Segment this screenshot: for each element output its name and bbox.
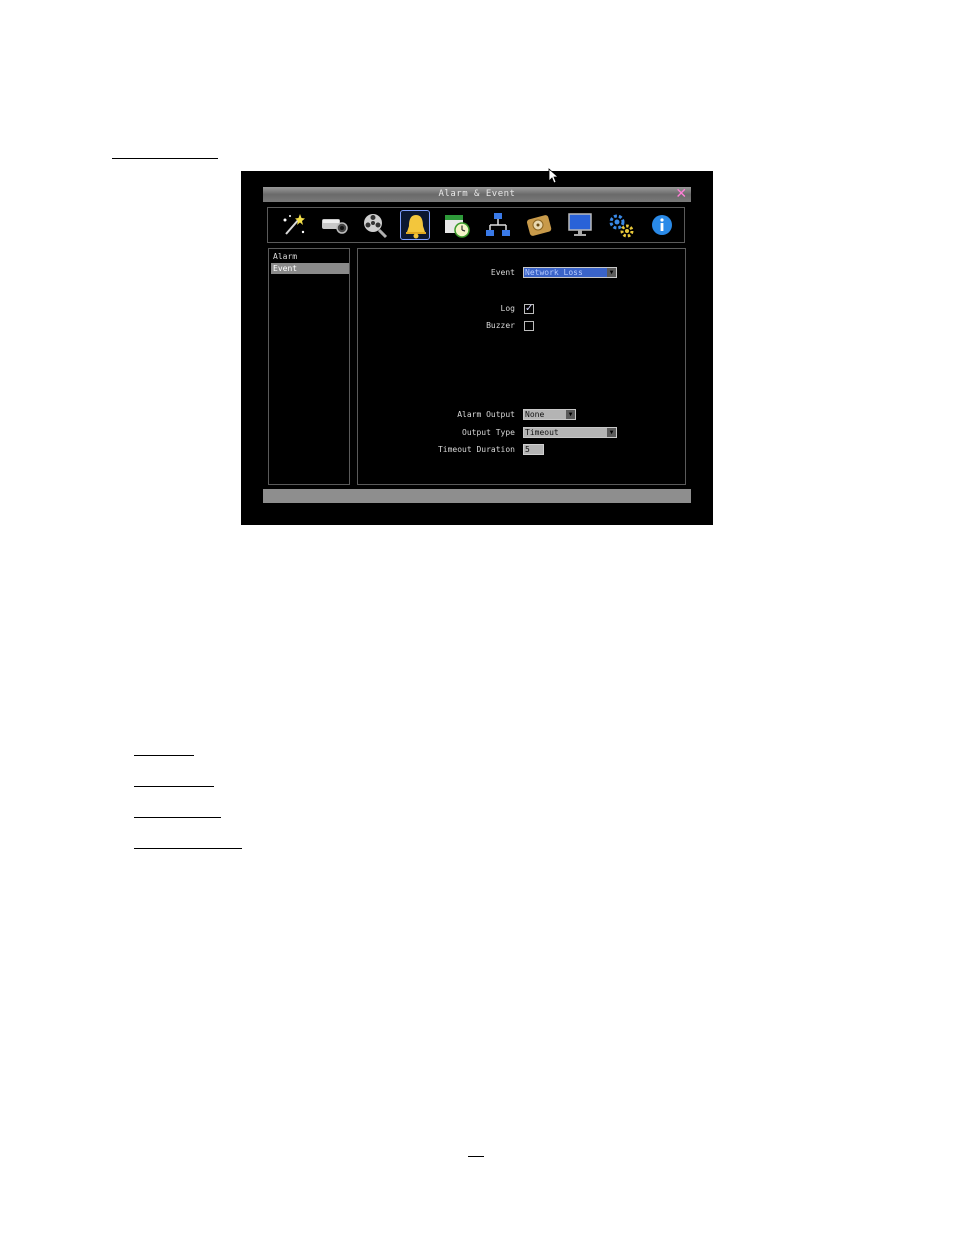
alarm-output-value: None <box>525 410 545 419</box>
output-type-label: Output Type <box>462 428 515 437</box>
window-title: Alarm & Event <box>438 189 516 199</box>
window-titlebar: Alarm & Event ✕ <box>263 187 691 202</box>
timeout-duration-input[interactable]: 5 <box>523 444 544 455</box>
schedule-icon[interactable] <box>442 210 472 240</box>
buzzer-label: Buzzer <box>486 321 515 330</box>
network-icon[interactable] <box>483 210 513 240</box>
chevron-down-icon: ▼ <box>566 410 575 419</box>
heading-underline <box>112 158 218 159</box>
system-settings-icon[interactable] <box>606 210 636 240</box>
sidebar-menu: Alarm Event <box>268 248 350 485</box>
chevron-down-icon: ▼ <box>607 428 616 437</box>
display-icon[interactable] <box>565 210 595 240</box>
playback-reel-icon[interactable] <box>360 210 390 240</box>
sidebar-item-event[interactable]: Event <box>271 263 349 274</box>
timeout-duration-label: Timeout Duration <box>437 445 515 454</box>
event-label: Event <box>490 268 515 277</box>
alarm-bell-icon[interactable] <box>400 210 430 240</box>
list-underline-4 <box>134 848 242 849</box>
close-icon[interactable]: ✕ <box>675 187 688 201</box>
status-bar <box>263 489 691 503</box>
buzzer-checkbox[interactable] <box>524 321 534 331</box>
camera-icon[interactable] <box>319 210 349 240</box>
page-number-underline <box>468 1156 484 1157</box>
list-underline-1 <box>134 755 194 756</box>
event-dropdown[interactable]: Network Loss ▼ <box>523 267 617 278</box>
output-type-value: Timeout <box>525 428 559 437</box>
alarm-event-window: Alarm & Event ✕ Alarm Event Event Networ… <box>263 187 691 505</box>
wizard-icon[interactable] <box>278 210 308 240</box>
output-type-dropdown[interactable]: Timeout ▼ <box>523 427 617 438</box>
info-icon[interactable] <box>647 210 677 240</box>
disk-icon[interactable] <box>524 210 554 240</box>
event-settings-panel: Event Network Loss ▼ Log ✓ Buzzer Alarm … <box>357 248 686 485</box>
sidebar-item-alarm[interactable]: Alarm <box>271 251 349 262</box>
chevron-down-icon: ▼ <box>607 268 616 277</box>
alarm-output-label: Alarm Output <box>457 410 515 419</box>
mouse-pointer-icon <box>548 168 558 184</box>
list-underline-2 <box>134 786 214 787</box>
event-dropdown-value: Network Loss <box>525 268 583 277</box>
list-underline-3 <box>134 817 221 818</box>
log-label: Log <box>500 304 515 313</box>
menu-icon-bar <box>267 207 685 243</box>
log-checkbox[interactable]: ✓ <box>524 304 534 314</box>
dvr-screenshot: Alarm & Event ✕ Alarm Event Event Networ… <box>241 171 713 525</box>
alarm-output-dropdown[interactable]: None ▼ <box>523 409 576 420</box>
